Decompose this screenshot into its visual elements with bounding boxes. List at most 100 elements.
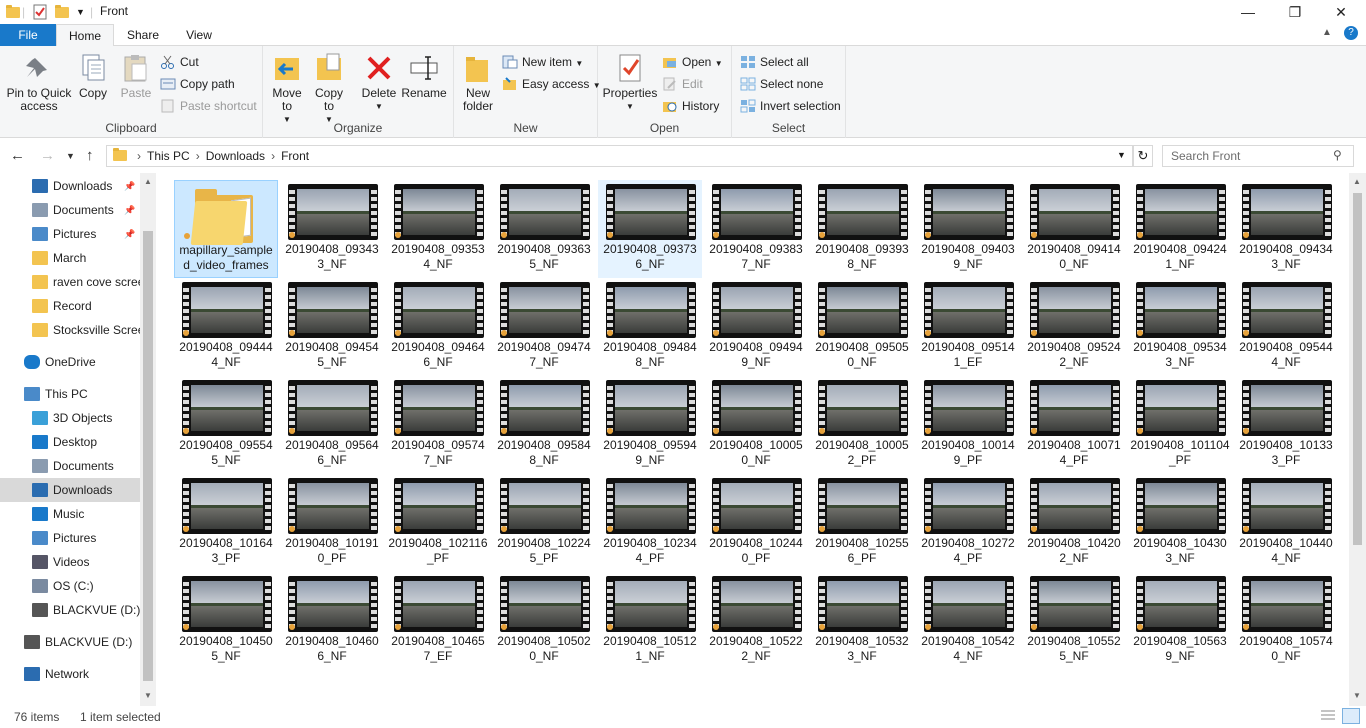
- video-file-item[interactable]: 20190408_094545_NF: [280, 278, 384, 376]
- sidebar-item[interactable]: BLACKVUE (D:): [0, 630, 140, 654]
- video-file-item[interactable]: 20190408_105222_NF: [704, 572, 808, 670]
- sidebar-item[interactable]: This PC: [0, 382, 140, 406]
- sidebar-item[interactable]: Documents 📌: [0, 198, 140, 222]
- sidebar-item[interactable]: Stocksville Screenshots: [0, 318, 140, 342]
- video-file-item[interactable]: 20190408_100149_PF: [916, 376, 1020, 474]
- minimize-button[interactable]: —: [1225, 0, 1271, 24]
- address-dropdown-chevron-icon[interactable]: ▼: [1117, 150, 1126, 160]
- video-file-item[interactable]: 20190408_104657_EF: [386, 572, 490, 670]
- sidebar-item[interactable]: Pictures 📌: [0, 222, 140, 246]
- video-file-item[interactable]: 20190408_093635_NF: [492, 180, 596, 278]
- video-file-item[interactable]: 20190408_094444_NF: [174, 278, 278, 376]
- collapse-ribbon-icon[interactable]: ▲: [1322, 27, 1332, 38]
- large-icons-view-icon[interactable]: [1342, 708, 1360, 724]
- sidebar-item[interactable]: Desktop: [0, 430, 140, 454]
- back-arrow-icon[interactable]: ←: [10, 147, 25, 164]
- video-file-item[interactable]: 20190408_104606_NF: [280, 572, 384, 670]
- move-to-button[interactable]: Move to ▼: [269, 52, 305, 126]
- video-file-item[interactable]: 20190408_094343_NF: [1234, 180, 1338, 278]
- invert-selection-button[interactable]: Invert selection: [740, 96, 841, 116]
- video-file-item[interactable]: 20190408_093938_NF: [810, 180, 914, 278]
- recent-locations-chevron-icon[interactable]: ▼: [66, 151, 75, 161]
- scroll-down-icon[interactable]: ▼: [1353, 691, 1361, 700]
- video-file-item[interactable]: 20190408_093736_NF: [598, 180, 702, 278]
- breadcrumb-separator-icon[interactable]: ›: [196, 149, 200, 163]
- scroll-up-icon[interactable]: ▲: [144, 177, 152, 186]
- tab-view[interactable]: View: [176, 24, 222, 46]
- paste-shortcut-button[interactable]: Paste shortcut: [160, 96, 257, 116]
- sidebar-item[interactable]: Videos: [0, 550, 140, 574]
- customize-toolbar-chevron-icon[interactable]: ▼: [76, 3, 85, 21]
- history-button[interactable]: History: [662, 96, 719, 116]
- sidebar-item[interactable]: 3D Objects: [0, 406, 140, 430]
- video-file-item[interactable]: 20190408_101333_PF: [1234, 376, 1338, 474]
- video-file-item[interactable]: 20190408_095747_NF: [386, 376, 490, 474]
- rename-button[interactable]: Rename: [401, 52, 447, 100]
- nav-scroll-thumb[interactable]: [143, 231, 153, 681]
- delete-button[interactable]: Delete ▼: [359, 52, 399, 113]
- copy-path-button[interactable]: Copy path: [160, 74, 235, 94]
- new-folder-quick-icon[interactable]: [55, 3, 69, 21]
- breadcrumb-separator-icon[interactable]: ›: [271, 149, 275, 163]
- video-file-item[interactable]: 20190408_093433_NF: [280, 180, 384, 278]
- video-file-item[interactable]: 20190408_105323_NF: [810, 572, 914, 670]
- video-file-item[interactable]: 20190408_105424_NF: [916, 572, 1020, 670]
- breadcrumb-item[interactable]: This PC: [147, 149, 190, 163]
- video-file-item[interactable]: 20190408_095242_NF: [1022, 278, 1126, 376]
- video-file-item[interactable]: 20190408_104303_NF: [1128, 474, 1232, 572]
- select-none-button[interactable]: Select none: [740, 74, 823, 94]
- video-file-item[interactable]: 20190408_094747_NF: [492, 278, 596, 376]
- video-file-item[interactable]: 20190408_094039_NF: [916, 180, 1020, 278]
- video-file-item[interactable]: 20190408_102116_PF: [386, 474, 490, 572]
- open-button[interactable]: Open ▼: [662, 52, 723, 72]
- tab-home[interactable]: Home: [56, 24, 114, 47]
- video-file-item[interactable]: 20190408_095848_NF: [492, 376, 596, 474]
- video-file-item[interactable]: 20190408_095949_NF: [598, 376, 702, 474]
- video-file-item[interactable]: 20190408_095444_NF: [1234, 278, 1338, 376]
- sidebar-item[interactable]: OneDrive: [0, 350, 140, 374]
- sidebar-item[interactable]: raven cove screenshots: [0, 270, 140, 294]
- copy-button[interactable]: Copy: [76, 52, 110, 100]
- video-file-item[interactable]: 20190408_104505_NF: [174, 572, 278, 670]
- video-file-item[interactable]: 20190408_104202_NF: [1022, 474, 1126, 572]
- sidebar-item[interactable]: OS (C:): [0, 574, 140, 598]
- video-file-item[interactable]: 20190408_105525_NF: [1022, 572, 1126, 670]
- address-bar[interactable]: › This PC › Downloads › Front ▼: [106, 145, 1133, 167]
- copy-to-button[interactable]: Copy to ▼: [311, 52, 347, 126]
- sidebar-item[interactable]: Music: [0, 502, 140, 526]
- video-file-item[interactable]: 20190408_102245_PF: [492, 474, 596, 572]
- sidebar-item[interactable]: March: [0, 246, 140, 270]
- video-file-item[interactable]: 20190408_102344_PF: [598, 474, 702, 572]
- close-button[interactable]: ✕: [1318, 0, 1364, 24]
- sidebar-item[interactable]: BLACKVUE (D:): [0, 598, 140, 622]
- properties-quick-icon[interactable]: [33, 3, 47, 21]
- video-file-item[interactable]: 20190408_094949_NF: [704, 278, 808, 376]
- sidebar-item[interactable]: Documents: [0, 454, 140, 478]
- video-file-item[interactable]: 20190408_102556_PF: [810, 474, 914, 572]
- properties-button[interactable]: Properties ▼: [602, 52, 658, 113]
- video-file-item[interactable]: 20190408_095141_EF: [916, 278, 1020, 376]
- nav-scrollbar[interactable]: ▲ ▼: [140, 173, 156, 706]
- video-file-item[interactable]: 20190408_105121_NF: [598, 572, 702, 670]
- breadcrumb-item[interactable]: Front: [281, 149, 309, 163]
- video-file-item[interactable]: 20190408_094241_NF: [1128, 180, 1232, 278]
- refresh-icon[interactable]: ↻: [1133, 145, 1153, 167]
- sidebar-item[interactable]: Pictures: [0, 526, 140, 550]
- video-file-item[interactable]: 20190408_095343_NF: [1128, 278, 1232, 376]
- video-file-item[interactable]: 20190408_100052_PF: [810, 376, 914, 474]
- video-file-item[interactable]: 20190408_100714_PF: [1022, 376, 1126, 474]
- folder-item[interactable]: mapillary_sampled_video_frames: [174, 180, 278, 278]
- help-icon[interactable]: ?: [1344, 26, 1358, 40]
- new-folder-button[interactable]: New folder: [460, 52, 496, 113]
- video-file-item[interactable]: 20190408_094848_NF: [598, 278, 702, 376]
- video-file-item[interactable]: 20190408_095646_NF: [280, 376, 384, 474]
- video-file-item[interactable]: 20190408_101643_PF: [174, 474, 278, 572]
- sidebar-item[interactable]: Downloads: [0, 478, 140, 502]
- maximize-button[interactable]: ❐: [1272, 0, 1318, 24]
- search-input[interactable]: Search Front ⚲: [1162, 145, 1354, 167]
- tab-share[interactable]: Share: [120, 24, 166, 46]
- breadcrumb-separator-icon[interactable]: ›: [137, 149, 141, 163]
- forward-arrow-icon[interactable]: →: [40, 147, 55, 164]
- video-file-item[interactable]: 20190408_101910_PF: [280, 474, 384, 572]
- video-file-item[interactable]: 20190408_094646_NF: [386, 278, 490, 376]
